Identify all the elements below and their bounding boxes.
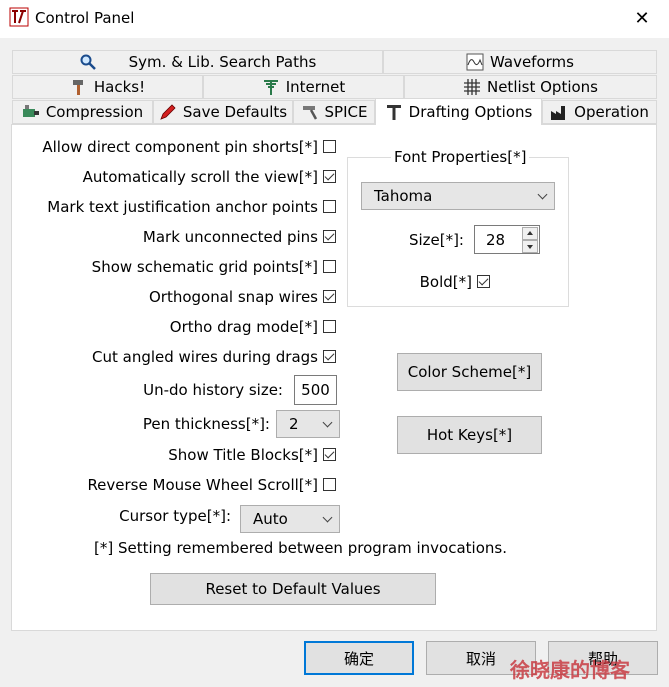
- chevron-down-icon: [322, 512, 333, 523]
- chevron-down-icon: [537, 189, 548, 200]
- netlist-grid-icon: [463, 79, 480, 95]
- font-properties-title: Font Properties[*]: [391, 148, 530, 166]
- tab-internet[interactable]: Internet: [203, 75, 404, 99]
- bold-label: Bold[*]: [419, 273, 472, 291]
- option-label: Show Title Blocks[*]: [168, 446, 318, 464]
- option-label: Cut angled wires during drags: [92, 348, 318, 366]
- font-size-label: Size[*]:: [408, 231, 464, 249]
- tab-label: Internet: [285, 78, 346, 96]
- undo-size-label: Un-do history size:: [143, 381, 283, 399]
- option-label: Automatically scroll the view[*]: [82, 168, 318, 186]
- window-title: Control Panel: [35, 9, 135, 27]
- cursor-type-label: Cursor type[*]:: [119, 507, 231, 525]
- reverse-wheel-checkbox[interactable]: [323, 478, 336, 491]
- tab-netlist-options[interactable]: Netlist Options: [404, 75, 657, 99]
- drafting-t-icon: [386, 105, 401, 120]
- tab-save-defaults[interactable]: Save Defaults: [153, 100, 293, 124]
- app-logo-icon: [9, 7, 29, 27]
- tab-drafting-options[interactable]: Drafting Options: [375, 98, 542, 125]
- mark-unconnected-pins-checkbox[interactable]: [323, 230, 336, 243]
- selected-value: 2: [289, 415, 299, 433]
- tab-label: Waveforms: [490, 53, 574, 71]
- waveform-icon: [466, 53, 484, 71]
- mark-anchor-points-checkbox[interactable]: [323, 200, 336, 213]
- undo-size-input[interactable]: 500: [294, 375, 337, 405]
- tab-spice[interactable]: SPICE: [293, 100, 375, 124]
- cursor-type-select[interactable]: Auto: [240, 505, 340, 533]
- tab-label: Save Defaults: [182, 103, 288, 121]
- hammer-icon: [72, 80, 83, 95]
- tab-hacks[interactable]: Hacks!: [12, 75, 203, 99]
- pen-thickness-select[interactable]: 2: [276, 410, 340, 438]
- antenna-icon: [263, 80, 278, 95]
- factory-icon: [551, 106, 566, 120]
- tab-label: Sym. & Lib. Search Paths: [128, 53, 317, 71]
- close-button[interactable]: ✕: [628, 6, 656, 32]
- option-label: Mark unconnected pins: [142, 228, 318, 246]
- auto-scroll-checkbox[interactable]: [323, 170, 336, 183]
- option-label: Orthogonal snap wires: [149, 288, 318, 306]
- spin-up-icon[interactable]: [522, 227, 538, 240]
- pencil-icon: [160, 104, 176, 120]
- option-label: Mark text justification anchor points: [47, 198, 318, 216]
- tab-label: Drafting Options: [408, 103, 533, 121]
- option-label: Reverse Mouse Wheel Scroll[*]: [87, 476, 318, 494]
- option-label: Ortho drag mode[*]: [169, 318, 318, 336]
- tab-label: Compression: [45, 103, 144, 121]
- remembered-note: [*] Setting remembered between program i…: [94, 539, 507, 557]
- chevron-down-icon: [322, 417, 333, 428]
- option-label: Show schematic grid points[*]: [91, 258, 318, 276]
- selected-value: Auto: [253, 510, 288, 528]
- tab-label: Netlist Options: [486, 78, 598, 96]
- magnifier-icon: [80, 54, 96, 70]
- allow-pin-shorts-checkbox[interactable]: [323, 140, 336, 153]
- tab-label: SPICE: [324, 103, 368, 121]
- ok-button[interactable]: 确定: [304, 641, 414, 675]
- tab-label: Operation: [574, 103, 649, 121]
- ortho-drag-checkbox[interactable]: [323, 320, 336, 333]
- option-label: Allow direct component pin shorts[*]: [42, 138, 318, 156]
- cut-angled-wires-checkbox[interactable]: [323, 350, 336, 363]
- tab-operation[interactable]: Operation: [542, 100, 657, 124]
- hammer-icon: [302, 106, 317, 120]
- tab-compression[interactable]: Compression: [12, 100, 153, 124]
- watermark: 徐晓康的博客: [510, 658, 630, 682]
- tab-waveforms[interactable]: Waveforms: [383, 50, 657, 74]
- tab-label: Hacks!: [93, 78, 146, 96]
- bold-checkbox[interactable]: [477, 275, 490, 288]
- font-size-value: 28: [486, 230, 506, 249]
- spin-down-icon[interactable]: [522, 240, 538, 253]
- hot-keys-button[interactable]: Hot Keys[*]: [397, 416, 542, 454]
- reset-defaults-button[interactable]: Reset to Default Values: [150, 573, 436, 605]
- title-bar: Control Panel ✕: [0, 0, 669, 38]
- orthogonal-snap-checkbox[interactable]: [323, 290, 336, 303]
- color-scheme-button[interactable]: Color Scheme[*]: [397, 353, 542, 391]
- show-grid-points-checkbox[interactable]: [323, 260, 336, 273]
- font-family-select[interactable]: Tahoma: [361, 182, 555, 210]
- tab-sym-lib-search-paths[interactable]: Sym. & Lib. Search Paths: [12, 50, 383, 74]
- pen-thickness-label: Pen thickness[*]:: [142, 415, 270, 433]
- selected-value: Tahoma: [374, 187, 433, 205]
- compression-icon: [22, 105, 39, 117]
- show-title-blocks-checkbox[interactable]: [323, 448, 336, 461]
